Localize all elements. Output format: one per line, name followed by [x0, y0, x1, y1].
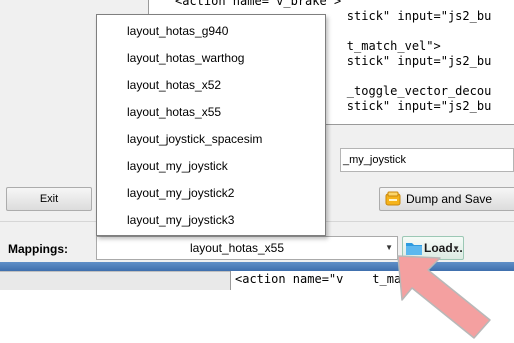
side-panel [0, 271, 230, 290]
help-icon [385, 191, 401, 206]
dropdown-option[interactable]: layout_hotas_g940 [97, 18, 325, 45]
dump-and-save-label: Dump and Save [406, 192, 493, 206]
mappings-select[interactable]: layout_hotas_x55 ▼ [96, 236, 398, 260]
joystick-name-field[interactable]: _my_joystick [340, 148, 514, 172]
dropdown-option[interactable]: layout_joystick_spacesim [97, 126, 325, 153]
xml-line: <action name="v_brake"> [175, 0, 342, 8]
dropdown-option[interactable]: layout_hotas_x55 [97, 99, 325, 126]
dropdown-option[interactable]: layout_hotas_warthog [97, 45, 325, 72]
exit-button[interactable]: Exit [6, 187, 92, 211]
dropdown-option[interactable]: layout_my_joystick3 [97, 207, 325, 234]
mappings-selected-value: layout_hotas_x55 [189, 241, 285, 255]
dropdown-option[interactable]: layout_my_joystick2 [97, 180, 325, 207]
mappings-label: Mappings: [8, 242, 68, 256]
dropdown-option[interactable]: layout_hotas_x52 [97, 72, 325, 99]
mappings-dropdown-list[interactable]: layout_hotas_g940 layout_hotas_warthog l… [96, 14, 326, 236]
pointer-arrow-icon [397, 255, 491, 339]
dump-and-save-button[interactable]: Dump and Save [379, 187, 514, 211]
dropdown-option[interactable]: layout_my_joystick [97, 153, 325, 180]
